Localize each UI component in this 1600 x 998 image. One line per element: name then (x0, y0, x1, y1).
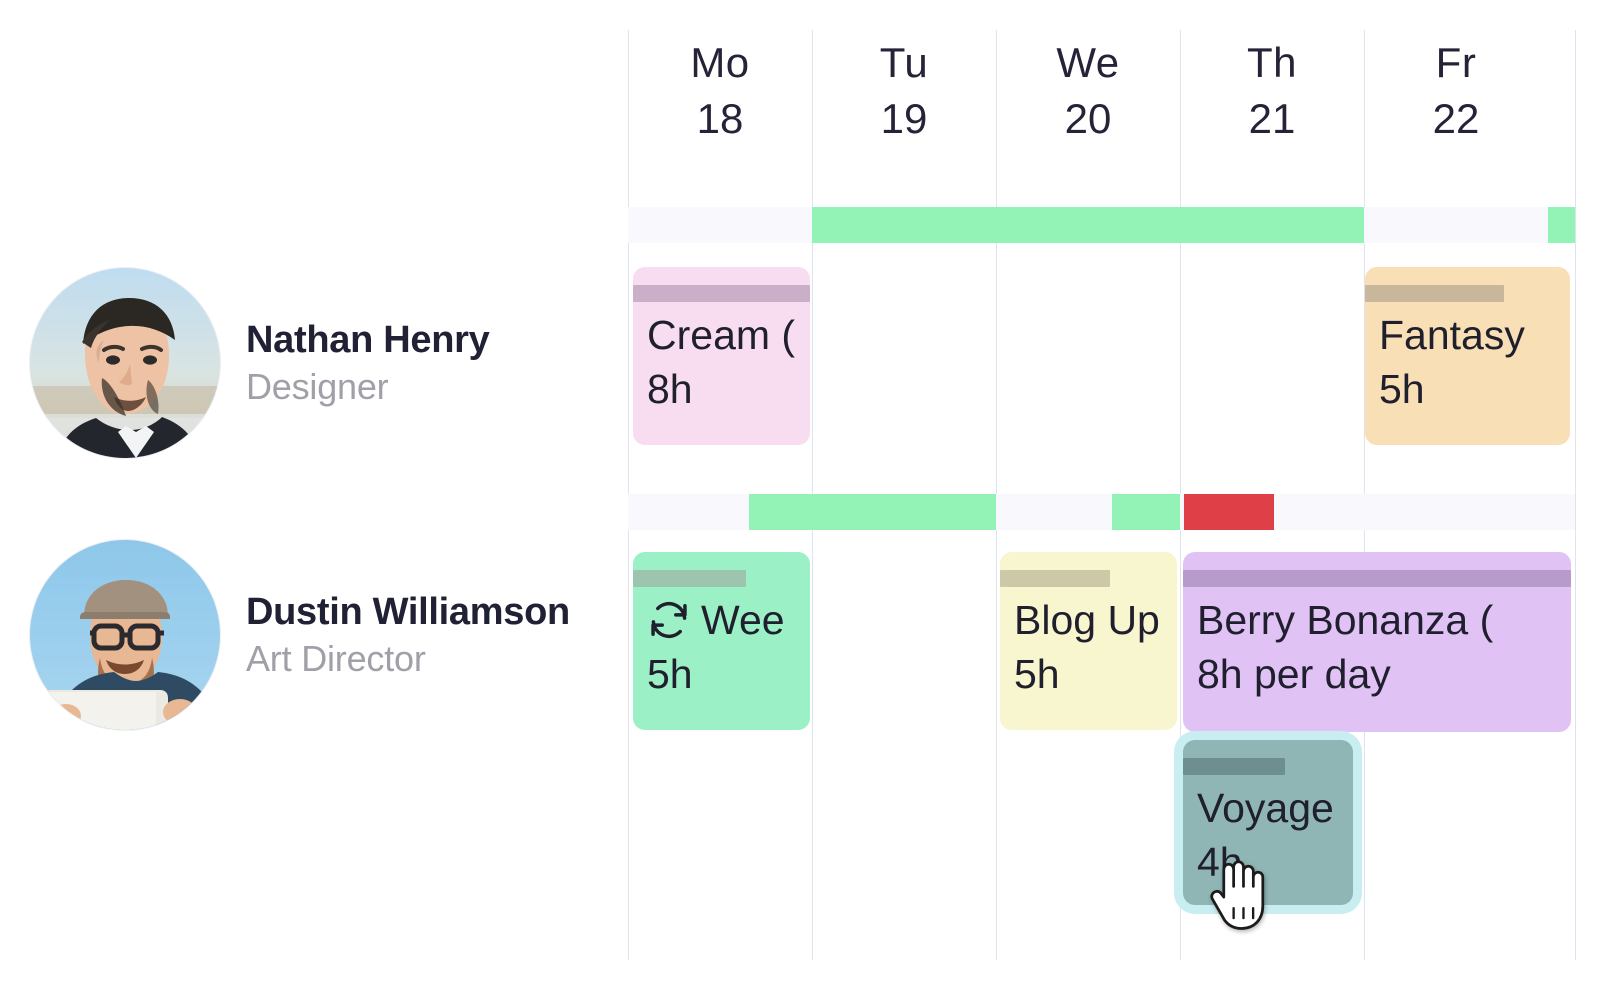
day-of-week: Tu (879, 39, 929, 86)
task-title: Berry Bonanza ( (1197, 595, 1557, 645)
task-content: Cream ( 8h (633, 302, 810, 415)
grid-line (1575, 30, 1576, 960)
task-duration: 5h (1014, 651, 1060, 698)
task-content: Voyage 4h (1183, 775, 1353, 888)
day-number: 21 (1248, 94, 1296, 142)
task-title: Blog Up (1014, 595, 1163, 645)
task-title-text: Blog Up (1014, 597, 1160, 643)
task-card-fantasy[interactable]: Fantasy 5h (1365, 267, 1570, 445)
task-card-weekly[interactable]: Wee 5h (633, 552, 810, 730)
day-header-we[interactable]: We 20 (996, 38, 1180, 143)
day-header-th[interactable]: Th 21 (1180, 38, 1364, 143)
task-title-text: Wee (701, 597, 785, 643)
person-info: Dustin Williamson Art Director (246, 591, 570, 680)
availability-strip-row-1 (628, 494, 1575, 530)
resource-row-nathan-henry[interactable]: Nathan Henry Designer (30, 268, 490, 458)
day-of-week: Mo (690, 39, 750, 86)
task-progress-bar (633, 285, 810, 302)
task-card-berry-bonanza[interactable]: Berry Bonanza ( 8h per day (1183, 552, 1571, 732)
person-role: Designer (246, 365, 389, 407)
task-card-voyage[interactable]: Voyage 4h (1183, 740, 1353, 905)
availability-bar-overbooked[interactable] (1184, 494, 1274, 530)
day-header-fr[interactable]: Fr 22 (1364, 38, 1548, 143)
person-name: Nathan Henry (246, 318, 490, 361)
day-of-week: We (1056, 39, 1120, 86)
task-card-cream[interactable]: Cream ( 8h (633, 267, 810, 445)
task-progress-bar (1000, 570, 1110, 587)
task-duration: 8h (647, 366, 693, 413)
day-of-week: Th (1246, 39, 1297, 86)
task-card-blog-update[interactable]: Blog Up 5h (1000, 552, 1177, 730)
availability-bar-available[interactable] (1548, 207, 1575, 243)
task-title-text: Cream ( (647, 312, 796, 358)
task-title: Wee (647, 595, 796, 645)
task-progress-bar (1183, 758, 1285, 775)
task-duration: 5h (647, 651, 693, 698)
task-progress-bar (633, 570, 747, 587)
task-content: Berry Bonanza ( 8h per day (1183, 587, 1571, 700)
availability-bar-available[interactable] (1112, 494, 1180, 530)
task-title-text: Fantasy (1379, 312, 1525, 358)
availability-strip-row-0 (628, 207, 1575, 243)
day-number: 22 (1432, 94, 1480, 142)
person-info: Nathan Henry Designer (246, 318, 490, 408)
task-duration: 4h (1197, 839, 1243, 886)
day-number: 19 (880, 94, 928, 142)
task-content: Fantasy 5h (1365, 302, 1570, 415)
task-title-text: Berry Bonanza ( (1197, 597, 1494, 643)
task-title: Voyage (1197, 783, 1339, 833)
repeat-icon (651, 601, 687, 639)
task-progress-bar (1183, 570, 1571, 587)
availability-bar-available[interactable] (749, 494, 996, 530)
task-title: Fantasy (1379, 310, 1556, 360)
day-of-week: Fr (1435, 39, 1477, 86)
task-content: Blog Up 5h (1000, 587, 1177, 700)
task-duration: 5h (1379, 366, 1425, 413)
resource-row-dustin-williamson[interactable]: Dustin Williamson Art Director (30, 540, 570, 730)
task-title-text: Voyage (1197, 785, 1334, 831)
day-header-mo[interactable]: Mo 18 (628, 38, 812, 143)
availability-bar-available[interactable] (812, 207, 1364, 243)
task-progress-bar (1365, 285, 1505, 302)
day-number: 18 (696, 94, 744, 142)
avatar (30, 540, 220, 730)
day-header-tu[interactable]: Tu 19 (812, 38, 996, 143)
task-title: Cream ( (647, 310, 796, 360)
task-duration: 8h per day (1197, 651, 1391, 698)
person-name: Dustin Williamson (246, 590, 570, 633)
avatar (30, 268, 220, 458)
scheduler-board: Mo 18 Tu 19 We 20 Th 21 Fr 22 Nathan Hen… (0, 0, 1600, 998)
day-number: 20 (1064, 94, 1112, 142)
task-content: Wee 5h (633, 587, 810, 700)
person-role: Art Director (246, 637, 426, 679)
